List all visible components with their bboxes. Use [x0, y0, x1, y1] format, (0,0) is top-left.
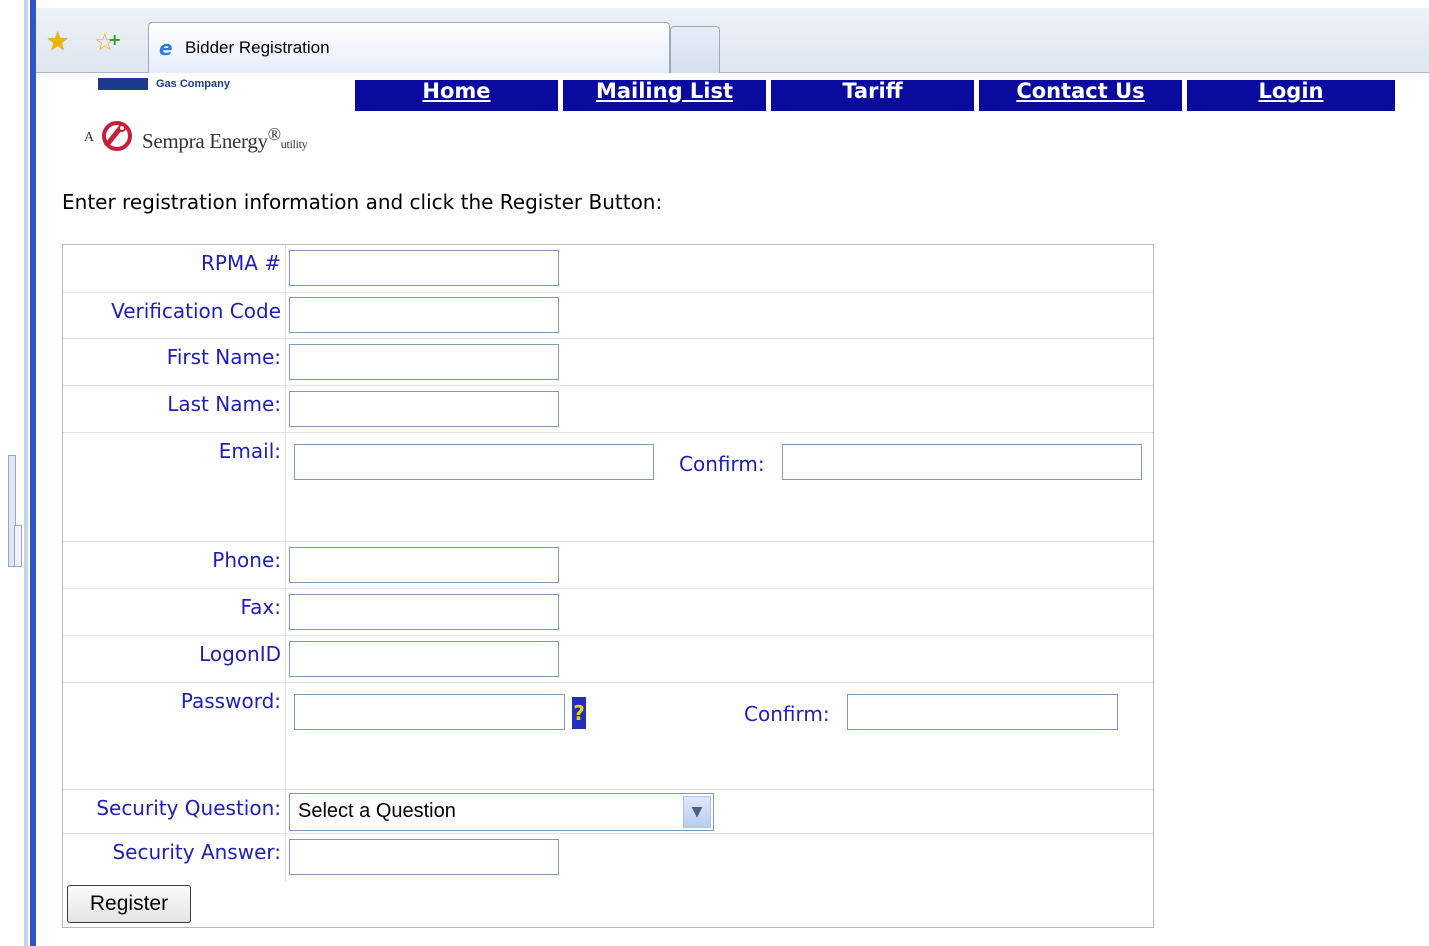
- logonid-label: LogonID: [63, 636, 286, 683]
- splitter-grip[interactable]: [14, 525, 22, 567]
- main-nav: Home Mailing List Tariff Contact Us Logi…: [355, 80, 1397, 111]
- add-favorites-icon[interactable]: ☆ +: [94, 28, 122, 56]
- register-button[interactable]: Register: [67, 885, 191, 923]
- window-frame-left: [0, 0, 38, 946]
- row-rpma: RPMA #: [63, 245, 1153, 292]
- logo-company-text: Gas Company: [156, 78, 230, 90]
- rpma-input[interactable]: [289, 250, 559, 286]
- registration-form: RPMA # Verification Code First Name: Las…: [62, 244, 1154, 928]
- row-email: Email: Confirm:: [63, 432, 1153, 542]
- last-name-label: Last Name:: [63, 386, 286, 433]
- row-logonid: LogonID: [63, 635, 1153, 683]
- ie-page-icon: e: [159, 36, 173, 60]
- logonid-input[interactable]: [289, 641, 559, 677]
- verification-code-label: Verification Code: [63, 293, 286, 339]
- sempra-logo: A Sempra Energy®utility: [84, 112, 344, 156]
- phone-label: Phone:: [63, 542, 286, 589]
- sempra-swirl-icon: [102, 121, 132, 151]
- email-confirm-label: Confirm:: [679, 452, 765, 476]
- tab-bidder-registration[interactable]: e Bidder Registration: [148, 22, 670, 73]
- new-tab-button[interactable]: [670, 26, 720, 73]
- password-input[interactable]: [294, 694, 565, 730]
- nav-home[interactable]: Home: [355, 80, 558, 111]
- frame-border-accent: [30, 0, 36, 946]
- gas-company-logo: Gas Company: [98, 78, 248, 94]
- security-question-select[interactable]: Select a Question ▼: [289, 793, 714, 831]
- password-help-icon[interactable]: ?: [572, 697, 586, 729]
- first-name-input[interactable]: [289, 344, 559, 380]
- logo-prefix: A: [84, 130, 95, 145]
- nav-contact-us[interactable]: Contact Us: [979, 80, 1182, 111]
- logo-suffix: utility: [280, 137, 308, 151]
- row-fax: Fax:: [63, 588, 1153, 636]
- security-answer-label: Security Answer:: [63, 834, 286, 882]
- nav-mailing-list[interactable]: Mailing List: [563, 80, 766, 111]
- security-answer-input[interactable]: [289, 839, 559, 875]
- nav-tariff[interactable]: Tariff: [771, 80, 974, 111]
- row-password: Password: ? Confirm:: [63, 682, 1153, 790]
- logo-name: Sempra Energy®utility: [142, 124, 308, 153]
- logo-mark: [98, 78, 148, 90]
- plus-icon: +: [108, 30, 122, 49]
- first-name-label: First Name:: [63, 339, 286, 386]
- fax-label: Fax:: [63, 589, 286, 636]
- password-confirm-label: Confirm:: [744, 702, 830, 726]
- browser-tab-strip: ★ ☆ + e Bidder Registration: [36, 8, 1429, 73]
- verification-code-input[interactable]: [289, 297, 559, 333]
- phone-input[interactable]: [289, 547, 559, 583]
- email-confirm-input[interactable]: [782, 444, 1142, 480]
- frame-border: [24, 0, 28, 946]
- row-security-answer: Security Answer:: [63, 833, 1153, 882]
- password-label: Password:: [63, 683, 286, 790]
- row-security-question: Security Question: Select a Question ▼: [63, 789, 1153, 834]
- row-first-name: First Name:: [63, 338, 1153, 386]
- fax-input[interactable]: [289, 594, 559, 630]
- logo-name-text: Sempra Energy: [142, 129, 268, 153]
- email-label: Email:: [63, 433, 286, 542]
- password-confirm-input[interactable]: [847, 694, 1118, 730]
- tab-title: Bidder Registration: [185, 38, 330, 57]
- row-phone: Phone:: [63, 541, 1153, 589]
- favorites-star-icon[interactable]: ★: [46, 28, 74, 56]
- rpma-label: RPMA #: [63, 245, 286, 292]
- row-verification: Verification Code: [63, 292, 1153, 339]
- chevron-down-icon[interactable]: ▼: [683, 796, 711, 828]
- row-last-name: Last Name:: [63, 385, 1153, 433]
- security-question-value: Select a Question: [298, 800, 456, 822]
- instructions-text: Enter registration information and click…: [62, 190, 663, 214]
- last-name-input[interactable]: [289, 391, 559, 427]
- security-question-label: Security Question:: [63, 790, 286, 834]
- nav-login[interactable]: Login: [1187, 80, 1395, 111]
- email-input[interactable]: [294, 444, 654, 480]
